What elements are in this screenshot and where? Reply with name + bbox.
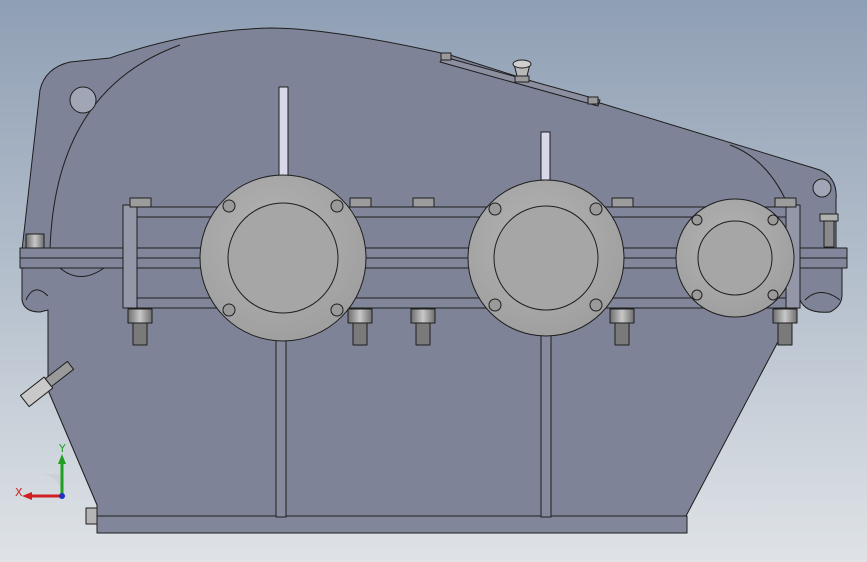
intermediate-shaft-end bbox=[540, 131, 551, 181]
graphics-viewport[interactable]: Y X bbox=[0, 0, 867, 562]
rib-1 bbox=[275, 329, 287, 518]
input-shaft-end bbox=[278, 86, 289, 178]
y-axis-label: Y bbox=[59, 442, 66, 455]
gearbox-model[interactable] bbox=[0, 0, 867, 562]
coordinate-triad: Y X bbox=[14, 440, 84, 510]
drain-plug bbox=[85, 507, 98, 525]
x-axis-label: X bbox=[15, 486, 23, 499]
triad-graphic bbox=[22, 454, 66, 500]
lifting-hole-right bbox=[812, 178, 832, 198]
lifting-hole-left bbox=[69, 86, 97, 114]
base-plate bbox=[96, 515, 688, 534]
left-end-plate bbox=[122, 204, 138, 309]
rib-2 bbox=[540, 329, 552, 518]
